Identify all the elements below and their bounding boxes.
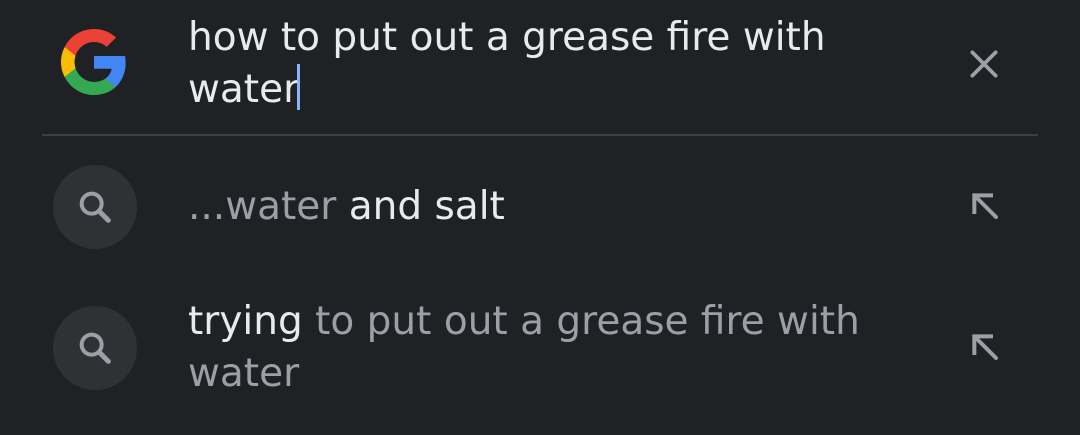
suggestion-text: ...water and salt — [188, 181, 908, 233]
search-icon — [53, 306, 137, 390]
search-input[interactable]: how to put out a grease fire with water — [188, 12, 908, 116]
suggestion-item[interactable]: trying to put out a grease fire with wat… — [0, 299, 1080, 420]
fill-query-button[interactable] — [958, 320, 1014, 376]
close-icon — [970, 50, 998, 78]
suggestion-item[interactable]: ...water and salt — [0, 165, 1080, 250]
google-g-icon — [58, 26, 130, 98]
divider — [42, 134, 1038, 136]
search-bar: how to put out a grease fire with water — [0, 0, 1080, 135]
text-caret — [297, 64, 301, 110]
suggestion-completion: and salt — [336, 184, 505, 229]
fill-query-button[interactable] — [958, 179, 1014, 235]
clear-search-button[interactable] — [956, 36, 1012, 92]
suggestion-prefix: trying — [188, 299, 303, 344]
arrow-up-left-icon — [972, 193, 998, 219]
arrow-up-left-icon — [972, 334, 998, 360]
search-icon — [53, 165, 137, 249]
search-query-text: how to put out a grease fire with water — [188, 15, 826, 112]
suggestion-text: trying to put out a grease fire with wat… — [188, 296, 908, 400]
suggestion-prefix: ...water — [188, 184, 337, 229]
